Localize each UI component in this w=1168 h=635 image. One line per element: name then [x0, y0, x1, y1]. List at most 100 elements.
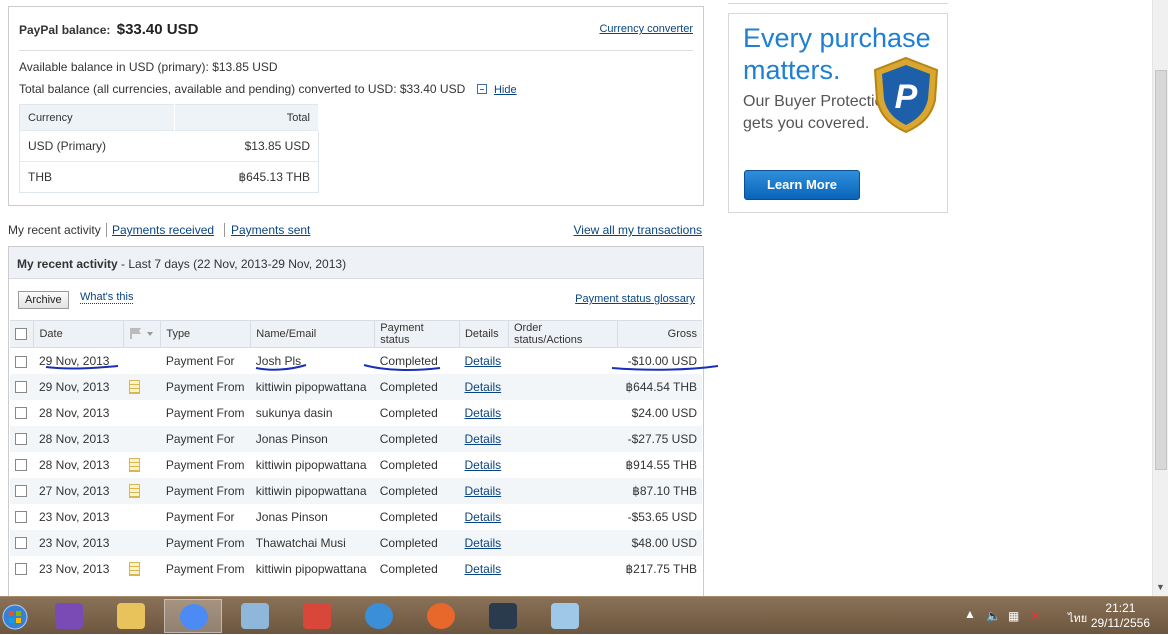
details-link[interactable]: Details — [464, 406, 501, 420]
note-icon[interactable] — [128, 379, 140, 394]
taskbar-app-thunderbird[interactable] — [350, 599, 408, 633]
network-icon[interactable]: ▦ — [1008, 609, 1022, 623]
row-date: 23 Nov, 2013 — [38, 509, 110, 524]
taskbar-app-calculator[interactable] — [226, 599, 284, 633]
row-gross: ฿217.75 THB — [625, 561, 697, 576]
row-select-cell — [10, 425, 34, 452]
archive-button[interactable]: Archive — [18, 291, 69, 309]
tab-recent-activity[interactable]: My recent activity — [8, 223, 101, 237]
learn-more-button[interactable]: Learn More — [744, 170, 860, 200]
taskbar-app-file-explorer[interactable] — [102, 599, 160, 633]
row-checkbox[interactable] — [15, 381, 27, 394]
order-status-column-header: Order status/Actions — [508, 320, 619, 348]
row-status: Completed — [379, 457, 438, 472]
details-link[interactable]: Details — [464, 510, 501, 524]
row-checkbox[interactable] — [15, 459, 27, 472]
volume-icon[interactable]: 🔈 — [986, 609, 1001, 623]
taskbar-app-snipping-tool[interactable] — [288, 599, 346, 633]
taskbar-app-firefox[interactable] — [412, 599, 470, 633]
row-checkbox[interactable] — [15, 563, 27, 576]
page-scrollbar[interactable]: ▼ — [1152, 0, 1168, 596]
details-link[interactable]: Details — [464, 484, 501, 498]
taskbar-app-notepad[interactable] — [536, 599, 594, 633]
clock[interactable]: 21:21 29/11/2556 — [1091, 601, 1150, 631]
table-row: 29 Nov, 2013 Payment For Josh Pls Completed… — [10, 348, 702, 374]
row-details-cell: Details — [459, 452, 508, 478]
row-select-cell — [10, 477, 34, 504]
row-select-cell — [10, 400, 34, 426]
activity-tabs: My recent activity Payments received Pay… — [8, 223, 704, 239]
taskbar-app-chrome[interactable] — [164, 599, 222, 633]
tab-payments-sent[interactable]: Payments sent — [231, 223, 310, 237]
row-checkbox[interactable] — [15, 433, 27, 446]
file-explorer-icon — [117, 603, 145, 629]
thunderbird-icon — [365, 603, 393, 629]
note-icon[interactable] — [128, 561, 140, 576]
details-link[interactable]: Details — [464, 354, 501, 368]
row-details-cell: Details — [459, 400, 508, 426]
row-date: 28 Nov, 2013 — [38, 457, 110, 472]
row-name: Thawatchai Musi — [250, 529, 375, 556]
details-link[interactable]: Details — [464, 432, 501, 446]
row-order-status — [508, 556, 618, 582]
row-name: kittiwin pipopwattana — [250, 373, 375, 400]
currency-converter-link[interactable]: Currency converter — [599, 23, 693, 35]
show-hidden-icons-icon[interactable]: ▲ — [964, 607, 978, 621]
row-date: 28 Nov, 2013 — [33, 425, 124, 452]
row-checkbox[interactable] — [15, 537, 27, 550]
row-status: Completed — [374, 373, 460, 400]
row-order-status — [508, 425, 618, 452]
row-checkbox[interactable] — [15, 407, 27, 420]
flag-column-header[interactable] — [123, 320, 162, 348]
details-link[interactable]: Details — [464, 562, 501, 576]
row-checkbox[interactable] — [15, 355, 27, 368]
taskbar-app-steam[interactable] — [474, 599, 532, 633]
tab-divider — [106, 223, 107, 237]
scrollbar-thumb[interactable] — [1155, 70, 1167, 470]
note-icon[interactable] — [128, 483, 140, 498]
row-checkbox[interactable] — [15, 485, 27, 498]
row-note-cell — [124, 452, 161, 478]
hide-link[interactable]: Hide — [494, 84, 517, 96]
taskbar-app-visual-studio[interactable] — [40, 599, 98, 633]
row-type: Payment For — [165, 509, 235, 524]
currency-table: Currency Total USD (Primary) $13.85 USD … — [19, 104, 320, 193]
windows-logo-icon — [2, 604, 28, 630]
select-all-checkbox[interactable] — [15, 328, 27, 341]
row-note-cell — [124, 504, 161, 530]
view-all-transactions-link[interactable]: View all my transactions — [574, 223, 703, 237]
row-name: Josh Pls — [255, 353, 302, 368]
row-date: 23 Nov, 2013 — [33, 529, 124, 556]
date-column-header[interactable]: Date — [33, 320, 125, 348]
row-details-cell: Details — [459, 348, 508, 374]
row-order-status — [508, 373, 618, 400]
activity-header: My recent activity - Last 7 days (22 Nov… — [9, 247, 703, 279]
row-status: Completed — [379, 509, 438, 524]
table-row: 28 Nov, 2013 Payment From sukunya dasin Com… — [10, 400, 702, 426]
row-name: kittiwin pipopwattana — [255, 457, 367, 472]
windows-taskbar: ▲ 🔈 ▦ ✕ ไทย 21:21 29/11/2556 — [0, 596, 1168, 634]
row-date: 23 Nov, 2013 — [38, 561, 110, 576]
whats-this-link[interactable]: What's this — [80, 291, 134, 304]
tab-payments-received[interactable]: Payments received — [112, 223, 214, 237]
details-link[interactable]: Details — [464, 380, 501, 394]
start-button[interactable] — [0, 599, 32, 633]
language-indicator[interactable]: ไทย — [1068, 609, 1092, 625]
row-checkbox[interactable] — [15, 511, 27, 524]
select-all-cell — [10, 320, 35, 348]
details-link[interactable]: Details — [464, 536, 501, 550]
total-balance-line: Total balance (all currencies, available… — [19, 82, 517, 96]
action-center-icon[interactable]: ✕ — [1030, 609, 1044, 623]
note-icon[interactable] — [128, 457, 140, 472]
details-link[interactable]: Details — [464, 458, 501, 472]
promo-top-divider — [728, 0, 948, 4]
row-date: 27 Nov, 2013 — [33, 477, 124, 504]
row-date: 28 Nov, 2013 — [38, 405, 110, 420]
notepad-icon — [551, 603, 579, 629]
payment-status-glossary-link[interactable]: Payment status glossary — [575, 293, 695, 305]
row-note-cell — [123, 373, 161, 400]
scroll-down-arrow-icon[interactable]: ▼ — [1156, 582, 1165, 592]
collapse-icon[interactable] — [476, 84, 487, 94]
buyer-protection-promo[interactable]: Every purchase matters. Our Buyer Protec… — [728, 13, 948, 213]
row-gross: ฿644.54 THB — [617, 373, 702, 400]
